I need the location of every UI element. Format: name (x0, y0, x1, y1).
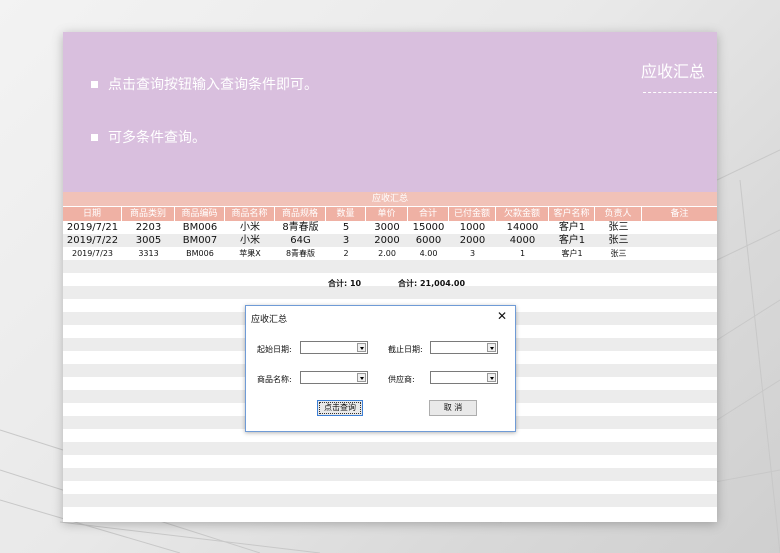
header-cell[interactable]: 数量 (326, 207, 366, 221)
header-cell[interactable]: 单价 (366, 207, 408, 221)
table-cell[interactable]: 2 (326, 247, 366, 260)
chevron-down-icon[interactable] (357, 373, 366, 382)
bullet-icon (91, 133, 98, 141)
tip-text: 点击查询按钮输入查询条件即可。 (108, 77, 318, 93)
header-cell[interactable]: 备注 (642, 207, 717, 221)
table-cell[interactable]: 张三 (595, 234, 642, 247)
query-dialog: 应收汇总 ✕ 起始日期: 截止日期: 商品名称: 供应商: 点击查询 取 消 (245, 305, 516, 432)
header-cell[interactable]: 商品名称 (225, 207, 275, 221)
table-cell[interactable]: 1 (496, 247, 549, 260)
table-row[interactable]: 2019/7/21 2203 BM006 小米 8青春版 5 3000 1500… (63, 221, 717, 234)
header-cell[interactable]: 已付金额 (449, 207, 496, 221)
table-cell[interactable] (642, 234, 717, 247)
cancel-button[interactable]: 取 消 (429, 400, 477, 416)
table-cell[interactable]: BM006 (175, 247, 225, 260)
table-cell[interactable]: 5 (326, 221, 366, 234)
spreadsheet-area: 点击查询按钮输入查询条件即可。 可多条件查询。 应收汇总 应收汇总 日期 商品类… (63, 32, 717, 522)
table-cell[interactable]: 张三 (595, 221, 642, 234)
table-cell[interactable]: 3005 (122, 234, 175, 247)
empty-row[interactable] (63, 286, 717, 299)
header-cell[interactable]: 合计 (408, 207, 449, 221)
empty-row[interactable] (63, 273, 717, 286)
table-cell[interactable]: 3313 (122, 247, 175, 260)
empty-row[interactable] (63, 507, 717, 520)
supplier-label: 供应商: (388, 375, 415, 384)
supplier-combo[interactable] (430, 371, 498, 384)
product-name-label: 商品名称: (257, 375, 292, 384)
chevron-down-icon[interactable] (487, 373, 496, 382)
table-cell[interactable]: 客户1 (549, 221, 595, 234)
table-cell[interactable]: 2019/7/22 (63, 234, 122, 247)
table-header: 日期 商品类别 商品编码 商品名称 商品规格 数量 单价 合计 已付金额 欠款金… (63, 207, 717, 221)
tip-text: 可多条件查询。 (108, 130, 206, 146)
chevron-down-icon[interactable] (487, 343, 496, 352)
end-date-combo[interactable] (430, 341, 498, 354)
empty-row[interactable] (63, 481, 717, 494)
header-cell[interactable]: 商品编码 (175, 207, 225, 221)
table-cell[interactable]: 8青春版 (275, 247, 326, 260)
empty-row[interactable] (63, 468, 717, 481)
dialog-title: 应收汇总 (251, 315, 288, 325)
header-cell[interactable]: 负责人 (595, 207, 642, 221)
instruction-banner: 点击查询按钮输入查询条件即可。 可多条件查询。 应收汇总 (63, 32, 717, 192)
banner-title: 应收汇总 (640, 62, 705, 81)
total-quantity: 合计: 10 (328, 279, 362, 288)
table-cell[interactable]: 15000 (408, 221, 449, 234)
table-cell[interactable]: 苹果X (225, 247, 275, 260)
table-cell[interactable]: 4.00 (408, 247, 449, 260)
empty-row[interactable] (63, 455, 717, 468)
chevron-down-icon[interactable] (357, 343, 366, 352)
table-cell[interactable]: 2.00 (366, 247, 408, 260)
table-cell[interactable]: 2000 (366, 234, 408, 247)
table-cell[interactable] (642, 221, 717, 234)
table-row[interactable]: 2019/7/22 3005 BM007 小米 64G 3 2000 6000 … (63, 234, 717, 247)
table-cell[interactable]: 3000 (366, 221, 408, 234)
table-cell[interactable]: 3 (449, 247, 496, 260)
empty-row[interactable] (63, 260, 717, 273)
product-name-combo[interactable] (300, 371, 368, 384)
table-cell[interactable]: 2203 (122, 221, 175, 234)
table-cell[interactable]: 2000 (449, 234, 496, 247)
table-cell[interactable]: 2019/7/23 (63, 247, 122, 260)
table-title: 应收汇总 (63, 192, 717, 206)
table-cell[interactable]: 14000 (496, 221, 549, 234)
header-cell[interactable]: 商品类别 (122, 207, 175, 221)
table-cell[interactable]: 3 (326, 234, 366, 247)
bullet-icon (91, 80, 98, 88)
total-amount: 合计: 21,004.00 (398, 279, 466, 288)
close-icon[interactable]: ✕ (497, 309, 507, 323)
header-cell[interactable]: 商品规格 (275, 207, 326, 221)
table-cell[interactable]: 1000 (449, 221, 496, 234)
banner-divider (643, 92, 717, 93)
table-cell[interactable]: 64G (275, 234, 326, 247)
table-row[interactable]: 2019/7/23 3313 BM006 苹果X 8青春版 2 2.00 4.0… (63, 247, 717, 260)
table-cell[interactable]: 小米 (225, 234, 275, 247)
end-date-label: 截止日期: (388, 345, 423, 354)
table-cell[interactable]: 6000 (408, 234, 449, 247)
table-cell[interactable]: 张三 (595, 247, 642, 260)
header-cell[interactable]: 日期 (63, 207, 122, 221)
table-body: 2019/7/21 2203 BM006 小米 8青春版 5 3000 1500… (63, 221, 717, 260)
start-date-combo[interactable] (300, 341, 368, 354)
empty-row[interactable] (63, 494, 717, 507)
table-cell[interactable]: 客户1 (549, 247, 595, 260)
empty-row[interactable] (63, 442, 717, 455)
query-button[interactable]: 点击查询 (317, 400, 363, 416)
header-cell[interactable]: 客户名称 (549, 207, 595, 221)
table-cell[interactable]: 客户1 (549, 234, 595, 247)
header-cell[interactable]: 欠款金额 (496, 207, 549, 221)
table-cell[interactable] (642, 247, 717, 260)
table-cell[interactable]: 小米 (225, 221, 275, 234)
tip-1: 点击查询按钮输入查询条件即可。 (91, 74, 318, 94)
table-cell[interactable]: 8青春版 (275, 221, 326, 234)
table-cell[interactable]: 4000 (496, 234, 549, 247)
table-cell[interactable]: 2019/7/21 (63, 221, 122, 234)
table-cell[interactable]: BM007 (175, 234, 225, 247)
tip-2: 可多条件查询。 (91, 127, 206, 147)
start-date-label: 起始日期: (257, 345, 292, 354)
table-cell[interactable]: BM006 (175, 221, 225, 234)
